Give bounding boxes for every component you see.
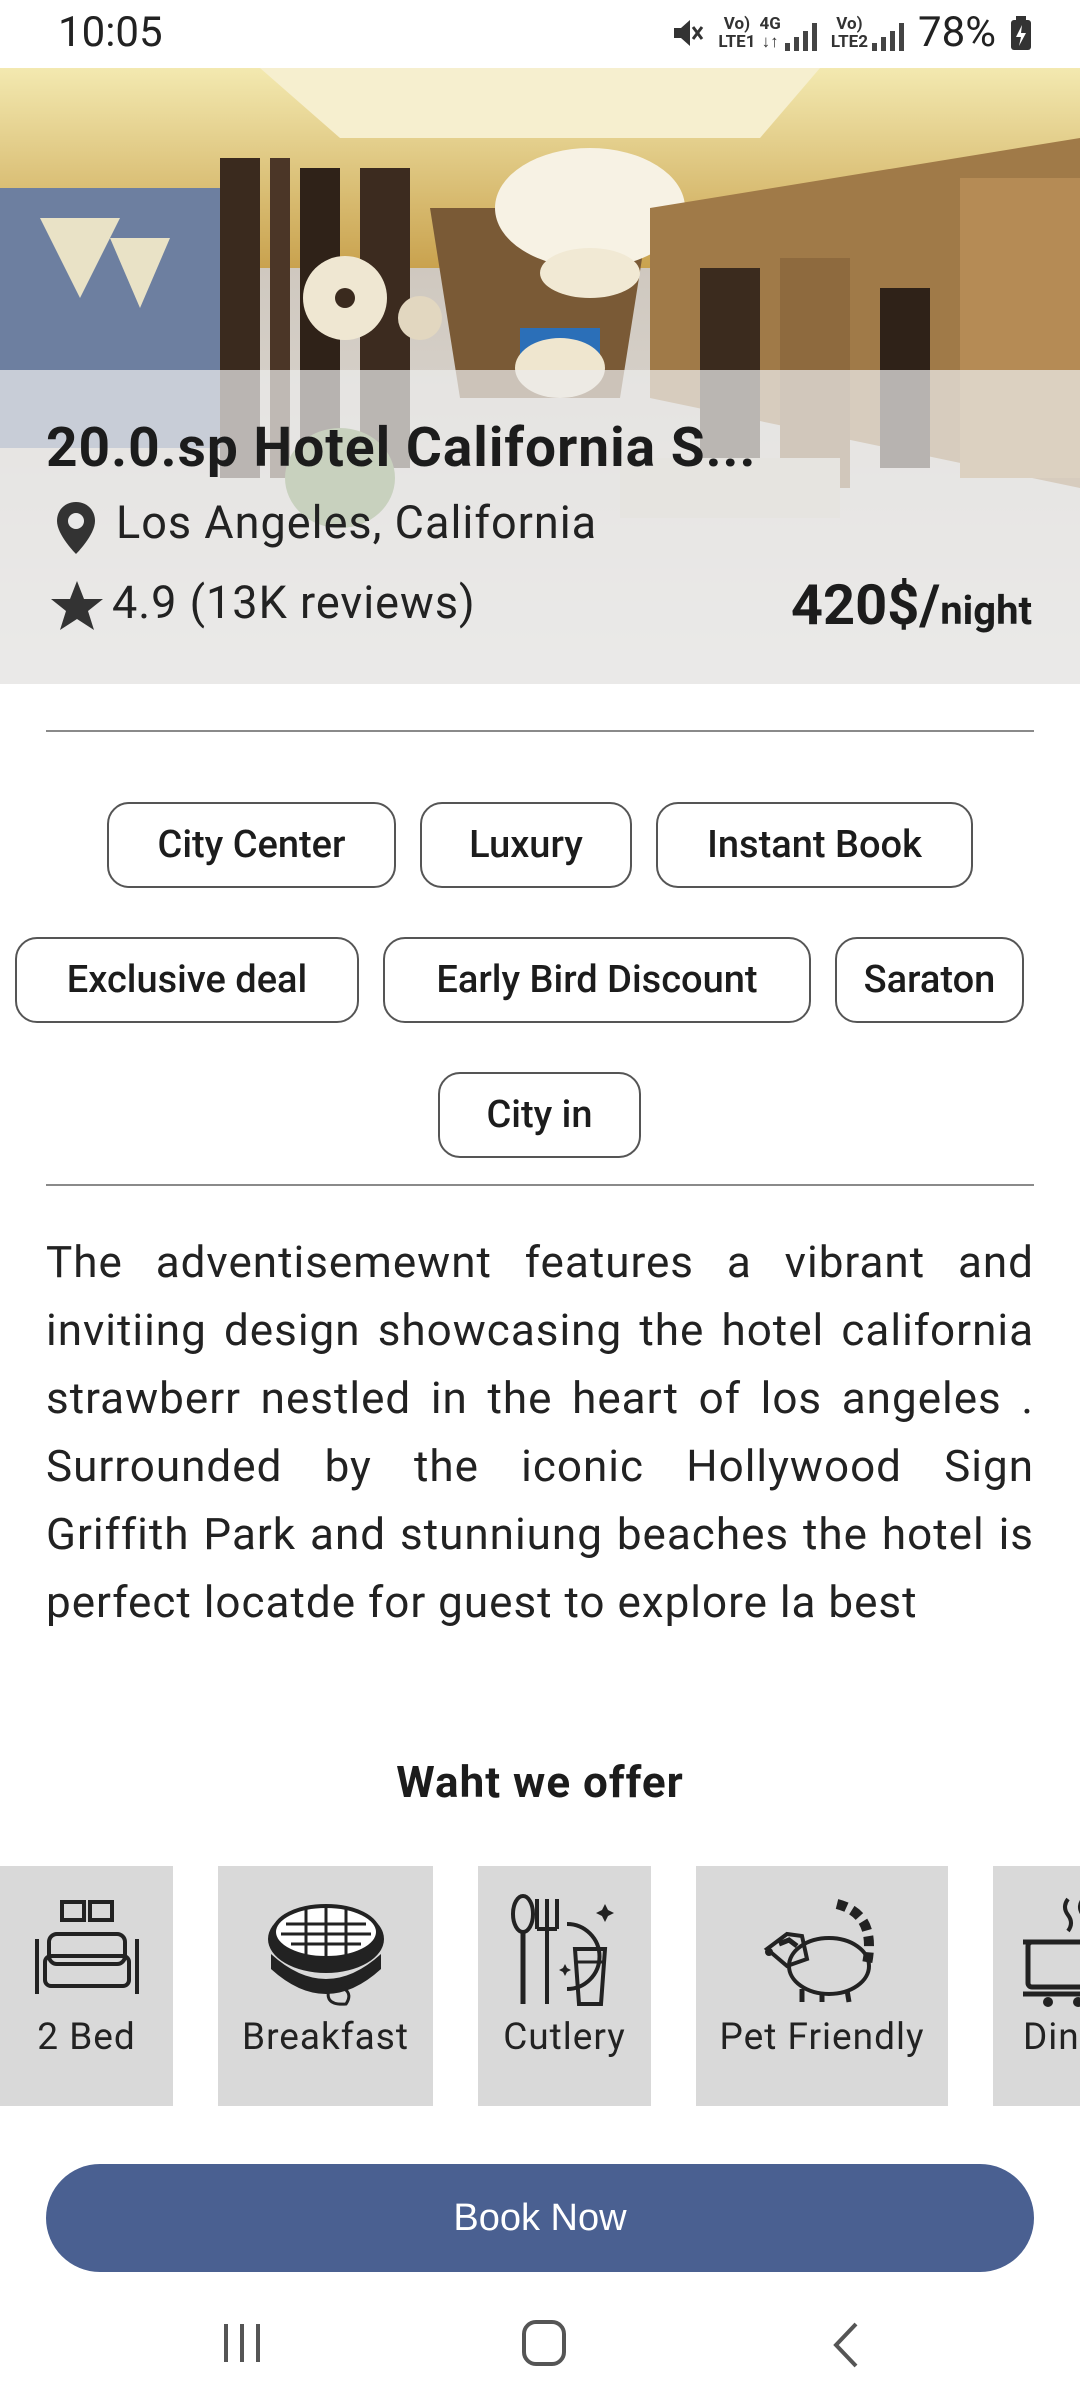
tag-chip[interactable]: Saraton bbox=[835, 937, 1024, 1023]
tag-chip[interactable]: City in bbox=[438, 1072, 641, 1158]
price-amount: 420$/ bbox=[790, 572, 941, 638]
hotel-price: 420$/night bbox=[791, 572, 1032, 638]
mute-icon bbox=[674, 19, 704, 46]
star-icon bbox=[51, 581, 103, 630]
tag-chip[interactable]: Instant Book bbox=[656, 802, 973, 888]
raccoon-icon bbox=[763, 1899, 874, 2003]
hotel-name: 20.0.sp Hotel California S... bbox=[46, 416, 757, 480]
system-navigation-bar bbox=[0, 2290, 1080, 2408]
offer-card-pet-friendly[interactable]: Pet Friendly bbox=[696, 1866, 948, 2106]
cutlery-icon bbox=[510, 1894, 614, 2006]
hotel-location: Los Angeles, California bbox=[116, 496, 598, 549]
location-pin-icon bbox=[57, 502, 95, 554]
hotel-hero-image: 20.0.sp Hotel California S... Los Angele… bbox=[0, 68, 1080, 684]
divider bbox=[46, 730, 1034, 732]
status-time: 10:05 bbox=[58, 8, 163, 57]
sim2-indicator: Vo) LTE2 bbox=[831, 15, 905, 51]
tag-chip[interactable]: City Center bbox=[107, 802, 396, 888]
offer-card-dining[interactable]: Dining bbox=[993, 1866, 1080, 2106]
offer-card-breakfast[interactable]: Breakfast bbox=[218, 1866, 433, 2106]
pot-icon bbox=[1023, 1897, 1080, 2007]
tag-chip[interactable]: Luxury bbox=[420, 802, 632, 888]
offer-label: Breakfast bbox=[242, 2016, 409, 2059]
offer-label: 2 Bed bbox=[37, 2016, 136, 2059]
bed-icon bbox=[34, 1900, 139, 1994]
tag-chip[interactable]: Early Bird Discount bbox=[383, 937, 811, 1023]
signal-icon bbox=[872, 21, 905, 51]
battery-icon bbox=[1011, 15, 1031, 50]
divider bbox=[46, 1184, 1034, 1186]
status-icons: Vo) LTE1 4G ↓↑ Vo) LTE2 78% bbox=[670, 8, 1032, 57]
book-now-button[interactable]: Book Now bbox=[46, 2164, 1034, 2272]
offer-card-cutlery[interactable]: Cutlery bbox=[478, 1866, 651, 2106]
offer-label: Cutlery bbox=[503, 2016, 626, 2059]
signal-icon bbox=[784, 21, 817, 51]
back-icon[interactable] bbox=[828, 2320, 864, 2370]
offer-label: Dining bbox=[1023, 2016, 1080, 2059]
home-icon[interactable] bbox=[520, 2318, 568, 2368]
tag-chip[interactable]: Exclusive deal bbox=[15, 937, 359, 1023]
status-bar: 10:05 Vo) LTE1 4G ↓↑ Vo) LTE2 78% bbox=[0, 0, 1080, 68]
offers-title: Waht we offer bbox=[396, 1756, 684, 1808]
sim1-indicator: Vo) LTE1 4G ↓↑ bbox=[718, 15, 817, 51]
hotel-description: The adventisemewnt features a vibrant an… bbox=[46, 1236, 1034, 1628]
offer-label: Pet Friendly bbox=[719, 2016, 925, 2059]
recent-apps-icon[interactable] bbox=[220, 2320, 264, 2366]
price-unit: night bbox=[940, 587, 1032, 634]
battery-level: 78% bbox=[918, 8, 996, 57]
offer-card-bed[interactable]: 2 Bed bbox=[0, 1866, 173, 2106]
hotel-rating: 4.9 (13K reviews) bbox=[112, 576, 476, 629]
waffle-icon bbox=[267, 1904, 384, 2006]
